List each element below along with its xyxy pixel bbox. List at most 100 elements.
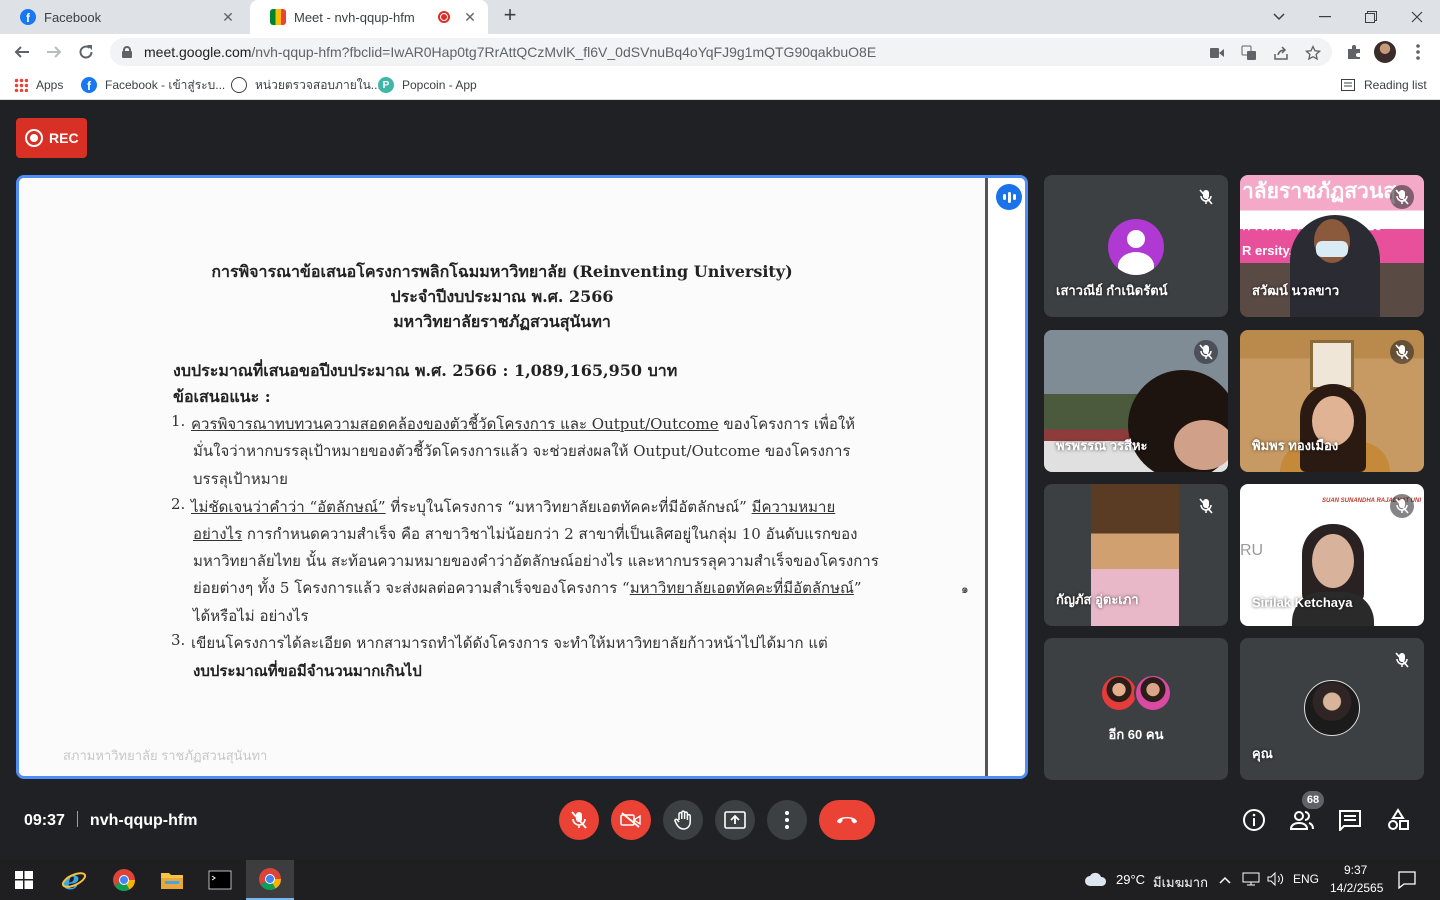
toggle-microphone-button[interactable]: [559, 800, 599, 840]
self-avatar: [1304, 680, 1360, 736]
restore-button[interactable]: [1348, 0, 1394, 34]
participant-count-badge: 68: [1302, 791, 1324, 809]
minimize-button[interactable]: [1302, 0, 1348, 34]
more-options-button[interactable]: [767, 800, 807, 840]
bookmark-label: Popcoin - App: [402, 78, 477, 92]
cloud-icon[interactable]: [1084, 870, 1108, 888]
meeting-details-button[interactable]: [1240, 806, 1268, 834]
item-number: 2.: [171, 495, 186, 513]
tab-title: Meet - nvh-qqup-hfm: [294, 9, 415, 25]
meeting-code: nvh-qqup-hfm: [89, 812, 198, 829]
close-tab-icon[interactable]: ✕: [462, 9, 478, 26]
participant-tile[interactable]: พรพรรณ วรสีหะ: [1044, 330, 1228, 472]
camera-in-use-icon[interactable]: [1208, 44, 1226, 62]
background-logo-text: RU: [1240, 542, 1264, 559]
file-explorer-icon[interactable]: [148, 860, 196, 900]
item2-line1: ไม่ชัดเจนว่าคำว่า “อัตลักษณ์” ที่ระบุในโ…: [191, 498, 836, 516]
tab-search-button[interactable]: [1256, 0, 1302, 34]
windows-taskbar: e 29°C มีเมฆมาก ENG 9:37 14/2/2565: [0, 860, 1440, 900]
raise-hand-button[interactable]: [663, 800, 703, 840]
internet-explorer-icon[interactable]: e: [50, 860, 98, 900]
participant-name: พิมพร ทองเมือง: [1252, 438, 1339, 453]
forward-button[interactable]: [42, 40, 66, 64]
terminal-icon[interactable]: [196, 860, 244, 900]
bookmark-label: Facebook - เข้าสู่ระบ...: [105, 77, 226, 92]
show-everyone-button[interactable]: [1288, 806, 1316, 834]
participant-name: คุณ: [1252, 746, 1273, 761]
doc-title-line: มหาวิทยาลัยราชภัฏสวนสุนันทา: [393, 312, 611, 331]
network-icon[interactable]: [1242, 872, 1260, 889]
bookmark-star-icon[interactable]: [1304, 44, 1322, 62]
taskbar-time[interactable]: 9:37: [1344, 863, 1367, 877]
meeting-clock: 09:37: [24, 812, 65, 829]
address-bar[interactable]: meet.google.com/nvh-qqup-hfm?fbclid=IwAR…: [110, 38, 1332, 66]
chat-button[interactable]: [1336, 806, 1364, 834]
close-window-button[interactable]: [1394, 0, 1440, 34]
translate-icon[interactable]: [1240, 44, 1258, 62]
profile-avatar[interactable]: [1374, 41, 1396, 63]
weather-desc[interactable]: มีเมฆมาก: [1153, 872, 1208, 893]
document-margin: [988, 178, 1025, 776]
item1-line2: มั่นใจว่าหากบรรลุเป้าหมายของตัวชี้วัดโคร…: [193, 442, 851, 460]
notifications-icon[interactable]: [1398, 871, 1416, 892]
close-tab-icon[interactable]: ✕: [220, 9, 236, 26]
volume-icon[interactable]: [1267, 871, 1285, 889]
reload-button[interactable]: [74, 40, 98, 64]
weather-temp[interactable]: 29°C: [1116, 872, 1145, 887]
presentation-tile[interactable]: การพิจารณาข้อเสนอโครงการพลิกโฉมมหาวิทยาล…: [16, 175, 1028, 779]
participant-tile[interactable]: าลัยราชภัฏสวนสุ การศึกษาจังหวัดระนอง R e…: [1240, 175, 1424, 317]
leave-call-button[interactable]: [819, 800, 875, 840]
share-icon[interactable]: [1272, 44, 1290, 62]
popcoin-icon: P: [378, 77, 394, 93]
more-participants-tile[interactable]: อีก 60 คน: [1044, 638, 1228, 780]
item2-line5: ได้หรือไม่ อย่างไร: [193, 607, 309, 625]
participant-tile[interactable]: เสาวณีย์ กำเนิดรัตน์: [1044, 175, 1228, 317]
present-now-button[interactable]: [715, 800, 755, 840]
activities-button[interactable]: [1384, 806, 1412, 834]
toggle-camera-button[interactable]: [611, 800, 651, 840]
meeting-info: 09:37 nvh-qqup-hfm: [24, 811, 197, 830]
chrome-active-window[interactable]: [246, 860, 294, 900]
tab-facebook[interactable]: f Facebook ✕: [0, 0, 246, 34]
self-tile[interactable]: คุณ: [1240, 638, 1424, 780]
bookmark-popcoin[interactable]: P Popcoin - App: [378, 76, 477, 94]
mic-off-icon: [1390, 648, 1414, 672]
participant-tile[interactable]: กัญภัส อู่ตะเภา: [1044, 484, 1228, 626]
item1-line1: ควรพิจารณาทบทวนความสอดคล้องของตัวชี้วัดโ…: [191, 415, 856, 433]
bookmark-internal-audit[interactable]: หน่วยตรวจสอบภายใน...: [231, 76, 381, 94]
input-language[interactable]: ENG: [1293, 872, 1319, 886]
budget-line: งบประมาณที่เสนอขอปีงบประมาณ พ.ศ. 2566 : …: [173, 361, 678, 380]
mic-off-icon: [1194, 494, 1218, 518]
item2-line4: ย่อยต่างๆ ทั้ง 5 โครงการแล้ว จะส่งผลต่อค…: [193, 579, 862, 597]
back-button[interactable]: [10, 40, 34, 64]
background-banner-text: าลัยราชภัฏสวนสุ: [1242, 180, 1397, 203]
more-participants-label: อีก 60 คน: [1108, 727, 1164, 742]
participant-name: เสาวณีย์ กำเนิดรัตน์: [1056, 283, 1168, 298]
show-hidden-icons-chevron-icon[interactable]: [1219, 872, 1231, 887]
item3-line1: เขียนโครงการได้ละเอียด หากสามารถทำได้ดัง…: [191, 634, 828, 652]
mic-off-icon: [1390, 185, 1414, 209]
menu-kebab-icon[interactable]: [1406, 40, 1430, 64]
new-tab-button[interactable]: +: [498, 4, 522, 28]
facebook-icon: f: [20, 9, 36, 25]
taskbar-date[interactable]: 14/2/2565: [1330, 881, 1383, 895]
bookmark-facebook[interactable]: f Facebook - เข้าสู่ระบ...: [81, 76, 225, 94]
reading-list-button[interactable]: Reading list: [1340, 76, 1427, 94]
participant-tile[interactable]: พิมพร ทองเมือง: [1240, 330, 1424, 472]
participant-name: พรพรรณ วรสีหะ: [1056, 438, 1148, 453]
chrome-icon[interactable]: [100, 860, 148, 900]
participant-tile[interactable]: SUAN SUNANDHA RAJABHAT UNI RU Sirilak Ke…: [1240, 484, 1424, 626]
mic-off-icon: [1194, 340, 1218, 364]
speaking-indicator-icon: [996, 184, 1022, 210]
bookmark-apps[interactable]: Apps: [14, 76, 63, 94]
start-button[interactable]: [0, 860, 48, 900]
shared-document: การพิจารณาข้อเสนอโครงการพลิกโฉมมหาวิทยาล…: [19, 178, 985, 776]
recording-indicator-icon: [438, 11, 450, 23]
recording-badge[interactable]: REC: [16, 118, 87, 158]
item-number: 1.: [171, 412, 186, 430]
facebook-icon: f: [81, 77, 97, 93]
tab-meet[interactable]: Meet - nvh-qqup-hfm ✕: [250, 0, 488, 34]
extensions-icon[interactable]: [1342, 40, 1366, 64]
meet-stage: REC การพิจารณาข้อเสนอโครงการพลิกโฉมมหาวิ…: [0, 102, 1440, 860]
bookmarks-bar: Apps f Facebook - เข้าสู่ระบ... หน่วยตรว…: [0, 70, 1440, 100]
